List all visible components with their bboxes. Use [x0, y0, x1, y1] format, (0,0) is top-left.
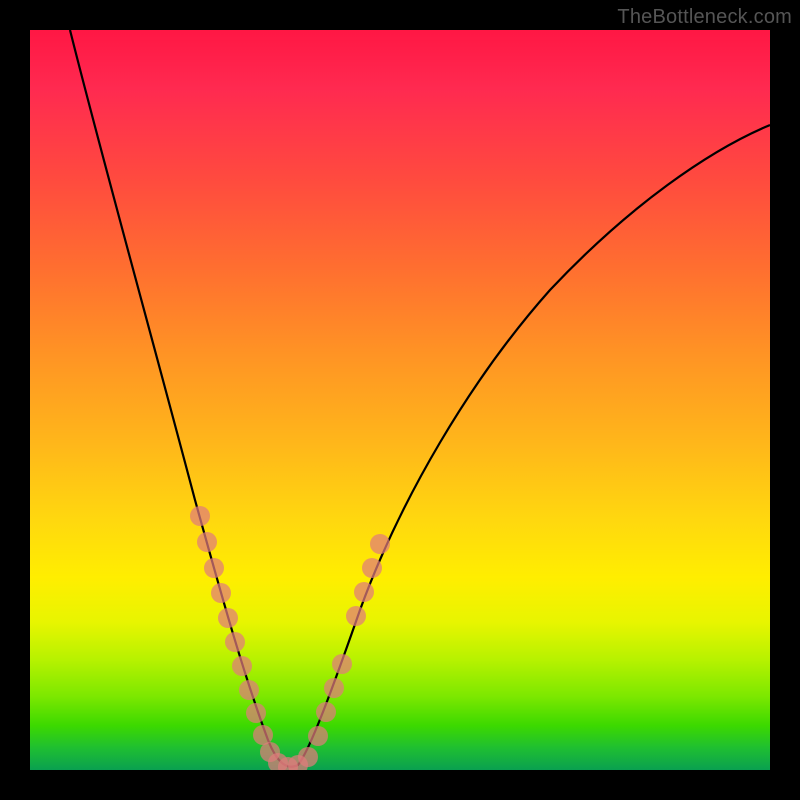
point — [204, 558, 224, 578]
point — [324, 678, 344, 698]
bottleneck-curve — [70, 30, 770, 767]
point — [332, 654, 352, 674]
watermark-label: TheBottleneck.com — [617, 6, 792, 29]
point — [197, 532, 217, 552]
point — [246, 703, 266, 723]
point — [190, 506, 210, 526]
point — [370, 534, 390, 554]
plot-area — [30, 30, 770, 770]
point — [218, 608, 238, 628]
chart-stage: TheBottleneck.com — [0, 0, 800, 800]
point — [298, 747, 318, 767]
point — [316, 702, 336, 722]
point — [362, 558, 382, 578]
point — [225, 632, 245, 652]
point — [354, 582, 374, 602]
point — [239, 680, 259, 700]
curve-svg — [30, 30, 770, 770]
datapoints — [190, 506, 390, 770]
point — [308, 726, 328, 746]
point — [211, 583, 231, 603]
point — [346, 606, 366, 626]
point — [232, 656, 252, 676]
